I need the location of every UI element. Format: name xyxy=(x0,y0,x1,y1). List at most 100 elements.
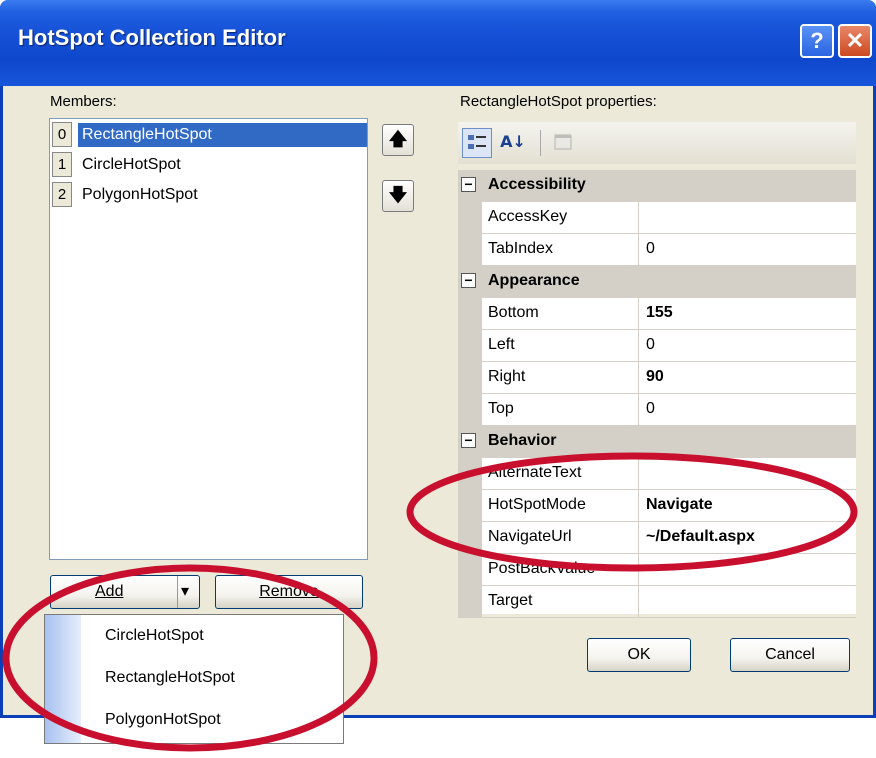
property-pages-icon xyxy=(554,134,572,150)
property-name: Target xyxy=(488,592,533,609)
properties-label: RectangleHotSpot properties: xyxy=(460,93,657,110)
column-divider xyxy=(638,490,639,521)
property-value[interactable]: 0 xyxy=(646,240,655,258)
property-value[interactable]: ~/Default.aspx xyxy=(646,528,755,546)
property-name: NavigateUrl xyxy=(488,528,572,545)
row-gutter xyxy=(458,586,482,617)
property-name: Left xyxy=(488,336,515,353)
category-name: Behavior xyxy=(488,432,557,449)
title-bar[interactable]: HotSpot Collection Editor ? ✕ xyxy=(0,0,876,86)
property-value[interactable]: Navigate xyxy=(646,496,713,514)
chevron-down-icon[interactable]: ▾ xyxy=(181,576,189,608)
categorized-button[interactable] xyxy=(462,128,492,158)
row-gutter xyxy=(458,394,482,425)
column-divider xyxy=(638,298,639,329)
row-gutter xyxy=(458,490,482,521)
remove-button[interactable]: Remove xyxy=(215,575,363,609)
move-up-button[interactable]: 🡅 xyxy=(382,124,414,156)
row-gutter xyxy=(458,362,482,393)
property-name: Bottom xyxy=(488,304,539,321)
sort-az-icon: A↓ xyxy=(500,132,526,151)
property-value[interactable]: 155 xyxy=(646,304,673,322)
property-name: AccessKey xyxy=(488,208,568,225)
help-button[interactable]: ? xyxy=(800,24,834,58)
property-name: PostBackValue xyxy=(488,560,596,577)
property-row-bottom[interactable]: Bottom 155 xyxy=(458,298,856,330)
column-divider xyxy=(638,362,639,393)
member-item-rectangle[interactable]: 0 RectangleHotSpot xyxy=(50,120,367,150)
property-row-postbackvalue[interactable]: PostBackValue xyxy=(458,554,856,586)
member-item-polygon[interactable]: 2 PolygonHotSpot xyxy=(50,180,367,210)
property-row-navigateurl[interactable]: NavigateUrl ~/Default.aspx xyxy=(458,522,856,554)
menu-item-polygonhotspot[interactable]: PolygonHotSpot xyxy=(105,711,221,729)
property-value[interactable]: 0 xyxy=(646,336,655,354)
cancel-button[interactable]: Cancel xyxy=(730,638,850,672)
collapse-icon[interactable]: − xyxy=(461,177,476,192)
ok-button[interactable]: OK xyxy=(587,638,691,672)
collapse-icon[interactable]: − xyxy=(461,273,476,288)
column-divider xyxy=(638,458,639,489)
row-gutter xyxy=(458,330,482,361)
property-toolbar: A↓ xyxy=(458,122,856,164)
menu-item-circlehotspot[interactable]: CircleHotSpot xyxy=(105,627,204,645)
member-index: 2 xyxy=(52,182,72,207)
add-button[interactable]: Add ▾ xyxy=(50,575,200,609)
add-dropdown-menu: CircleHotSpot RectangleHotSpot PolygonHo… xyxy=(44,614,344,744)
category-behavior[interactable]: − Behavior xyxy=(458,426,856,458)
property-name: Right xyxy=(488,368,526,385)
property-name: HotSpotMode xyxy=(488,496,586,513)
remove-button-label: Remove xyxy=(259,583,319,600)
property-name: AlternateText xyxy=(488,464,582,481)
member-label: CircleHotSpot xyxy=(82,156,181,173)
property-row-tabindex[interactable]: TabIndex 0 xyxy=(458,234,856,266)
close-button[interactable]: ✕ xyxy=(838,24,872,58)
category-name: Accessibility xyxy=(488,176,586,193)
property-name: TabIndex xyxy=(488,240,553,257)
property-row-accesskey[interactable]: AccessKey xyxy=(458,202,856,234)
column-divider xyxy=(638,330,639,361)
column-divider xyxy=(638,522,639,553)
property-value[interactable]: 0 xyxy=(646,400,655,418)
member-label: RectangleHotSpot xyxy=(78,123,367,147)
column-divider xyxy=(638,586,639,617)
dialog-window: HotSpot Collection Editor ? ✕ Members: R… xyxy=(0,0,876,718)
property-pages-button[interactable] xyxy=(548,128,578,158)
property-row-right[interactable]: Right 90 xyxy=(458,362,856,394)
column-divider xyxy=(638,234,639,265)
column-divider xyxy=(638,554,639,585)
property-row-top[interactable]: Top 0 xyxy=(458,394,856,426)
arrow-up-icon: 🡅 xyxy=(388,129,408,150)
property-row-alternatetext[interactable]: AlternateText xyxy=(458,458,856,490)
row-gutter xyxy=(458,202,482,233)
property-row-left[interactable]: Left 0 xyxy=(458,330,856,362)
property-row-hotspotmode[interactable]: HotSpotMode Navigate xyxy=(458,490,856,522)
category-accessibility[interactable]: − Accessibility xyxy=(458,170,856,202)
menu-icon-strip xyxy=(45,615,81,743)
category-name: Appearance xyxy=(488,272,580,289)
arrow-down-icon: 🡇 xyxy=(388,185,408,206)
column-divider xyxy=(638,202,639,233)
property-name: Top xyxy=(488,400,514,417)
toolbar-separator xyxy=(540,130,541,156)
property-value[interactable]: 90 xyxy=(646,368,664,386)
members-list[interactable]: 0 RectangleHotSpot 1 CircleHotSpot 2 Pol… xyxy=(49,118,368,560)
column-divider xyxy=(638,394,639,425)
menu-item-rectanglehotspot[interactable]: RectangleHotSpot xyxy=(105,669,235,687)
members-label: Members: xyxy=(50,93,117,110)
add-split-divider xyxy=(177,576,178,608)
row-gutter xyxy=(458,554,482,585)
property-row-target[interactable]: Target xyxy=(458,586,856,618)
add-button-label: Add xyxy=(95,583,124,600)
member-index: 0 xyxy=(52,122,72,147)
categorized-icon xyxy=(468,135,486,149)
move-down-button[interactable]: 🡇 xyxy=(382,180,414,212)
row-gutter xyxy=(458,522,482,553)
category-appearance[interactable]: − Appearance xyxy=(458,266,856,298)
collapse-icon[interactable]: − xyxy=(461,433,476,448)
window-title: HotSpot Collection Editor xyxy=(18,25,286,50)
member-item-circle[interactable]: 1 CircleHotSpot xyxy=(50,150,367,180)
property-grid[interactable]: − Accessibility AccessKey TabIndex 0 − A… xyxy=(458,170,856,618)
row-gutter xyxy=(458,234,482,265)
member-label: PolygonHotSpot xyxy=(82,186,198,203)
alphabetical-button[interactable]: A↓ xyxy=(498,128,528,158)
